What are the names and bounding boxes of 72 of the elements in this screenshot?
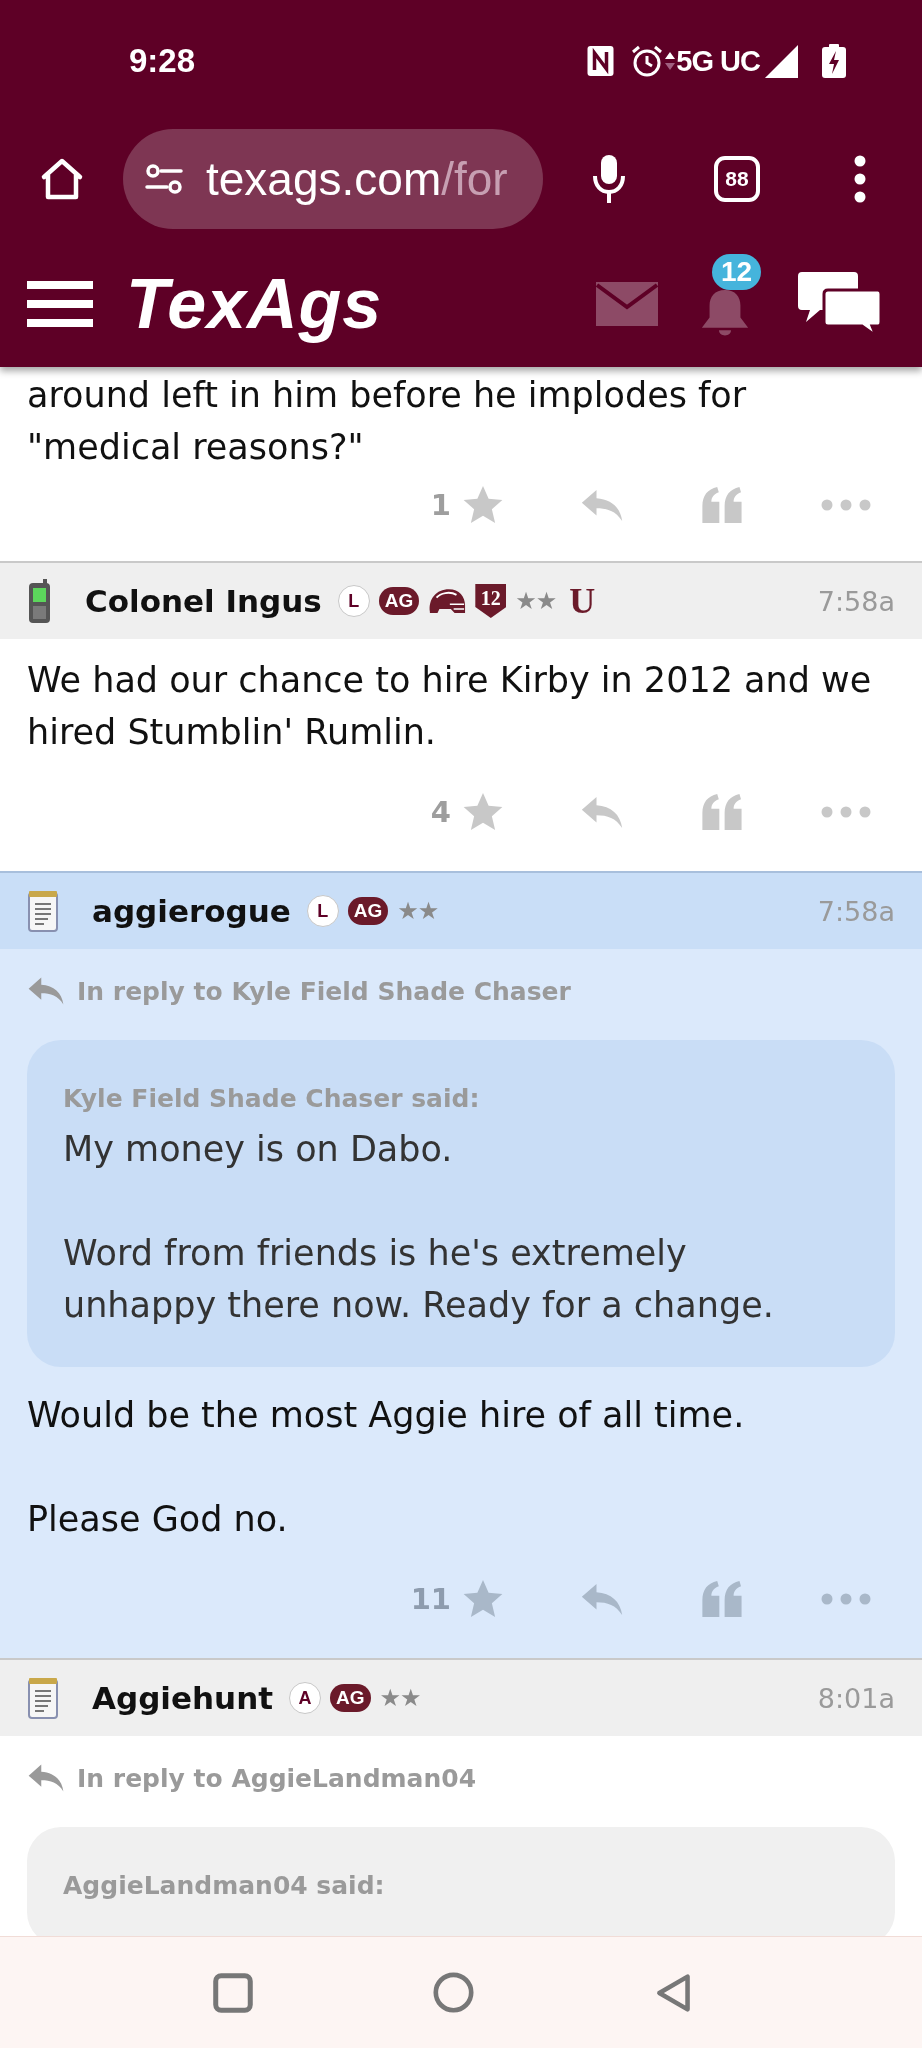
recent-apps-icon[interactable] <box>213 1972 253 2013</box>
quote-text: Word from friends is he's extremely unhappy there now. Ready for a change. <box>63 1232 775 1327</box>
data-arrows-icon <box>664 50 677 72</box>
bell-icon[interactable] <box>700 289 750 338</box>
more-button[interactable] <box>821 1593 871 1605</box>
notification-badge: 12 <box>712 253 762 290</box>
username-link[interactable]: Colonel Ingus <box>85 583 322 619</box>
ag-badge: AG <box>378 587 420 615</box>
more-button[interactable] <box>821 499 871 511</box>
post-time: 8:01a <box>817 1682 895 1714</box>
network-type: 5G UC <box>676 44 760 78</box>
letter-badge: A <box>289 1682 322 1714</box>
reply-icon <box>580 1581 624 1617</box>
star-icon <box>463 1580 503 1618</box>
quote-icon <box>701 1581 744 1617</box>
star-icon <box>463 793 503 831</box>
post-time: 7:58a <box>817 895 895 927</box>
reply-button[interactable] <box>580 1581 624 1617</box>
tune-icon[interactable] <box>145 163 183 195</box>
reply-icon <box>580 487 624 523</box>
battery-charging-icon <box>822 44 846 78</box>
nfc-icon <box>587 46 615 76</box>
rank-stars: ★★ <box>379 1686 421 1710</box>
notepad-icon <box>26 889 60 933</box>
post-text: Please God no. <box>27 1498 289 1541</box>
post-text: Would be the most Aggie hire of all time. <box>27 1394 746 1437</box>
tab-switcher-button[interactable]: 88 <box>714 156 760 202</box>
more-dots-icon <box>821 1593 871 1605</box>
helmet-icon <box>428 586 467 616</box>
reply-icon <box>27 1763 65 1793</box>
reply-icon <box>27 976 65 1006</box>
shield-badge: 12 <box>475 584 507 618</box>
quote-button[interactable] <box>701 794 744 830</box>
notepad-icon <box>26 1676 60 1720</box>
letter-badge: L <box>337 585 370 617</box>
url-text: texags.com/for <box>206 152 508 206</box>
signal-icon <box>764 43 799 79</box>
post-time: 7:58a <box>817 585 895 617</box>
home-circle-icon[interactable] <box>433 1972 474 2013</box>
star-icon <box>463 486 503 524</box>
rank-stars: ★★ <box>397 899 439 923</box>
quote-author: AggieLandman04 said: <box>63 1871 386 1900</box>
more-dots-icon <box>821 499 871 511</box>
post-text: around left in him before he implodes for "medical reasons?" <box>27 374 748 469</box>
quote-text: My money is on Dabo. <box>63 1128 454 1171</box>
cell-phone-icon <box>26 579 53 623</box>
microphone-icon[interactable] <box>592 154 626 204</box>
quote-icon <box>701 487 744 523</box>
more-button[interactable] <box>821 806 871 818</box>
rank-stars: ★★ <box>515 589 557 613</box>
back-icon[interactable] <box>654 1972 692 2013</box>
more-dots-icon <box>821 806 871 818</box>
reply-button[interactable] <box>580 794 624 830</box>
more-options-icon[interactable] <box>854 155 866 203</box>
post-text: We had our chance to hire Kirby in 2012 and we hired Stumblin' Rumlin. <box>27 659 873 754</box>
letter-badge: L <box>306 895 339 927</box>
ag-badge: AG <box>330 1684 371 1712</box>
quote-author: Kyle Field Shade Chaser said: <box>63 1084 481 1113</box>
quote-icon <box>701 794 744 830</box>
menu-icon[interactable] <box>27 280 93 327</box>
address-bar[interactable]: texags.com/for <box>123 129 543 229</box>
username-link[interactable]: Aggiehunt <box>92 1680 274 1716</box>
reply-button[interactable] <box>580 487 624 523</box>
ag-badge: AG <box>347 897 389 925</box>
letter-logo: U <box>569 583 596 619</box>
mail-icon[interactable] <box>596 281 658 326</box>
reply-icon <box>580 794 624 830</box>
alarm-icon <box>630 44 665 78</box>
quote-button[interactable] <box>701 487 744 523</box>
username-link[interactable]: aggierogue <box>92 893 291 929</box>
quote-button[interactable] <box>701 1581 744 1617</box>
status-time: 9:28 <box>129 42 196 80</box>
